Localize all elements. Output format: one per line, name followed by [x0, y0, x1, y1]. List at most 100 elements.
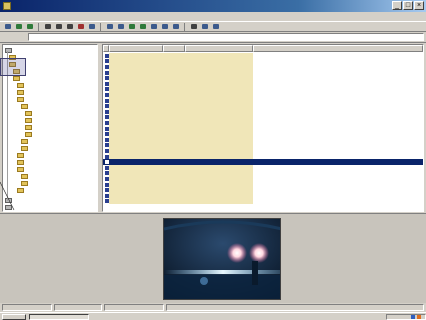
column-header-extra[interactable] [253, 45, 423, 52]
folder-icon [25, 124, 32, 130]
folder-icon [17, 82, 24, 88]
cell-extra [253, 199, 423, 205]
folder-icon [21, 145, 28, 151]
zoom-out-icon [161, 24, 168, 29]
tree-node[interactable] [21, 180, 44, 186]
file-list[interactable] [102, 44, 424, 212]
menu-item-4[interactable] [49, 14, 59, 20]
tree-node-label [26, 97, 40, 102]
image-preview[interactable] [163, 218, 281, 300]
tray-volume-icon[interactable] [417, 314, 421, 319]
tree-node[interactable] [5, 197, 28, 203]
folder-icon [21, 173, 28, 179]
menu-item-6[interactable] [79, 14, 89, 20]
forward-icon [26, 24, 33, 29]
start-button[interactable] [2, 313, 26, 320]
menu-item-7[interactable] [94, 14, 104, 20]
tree-node-label [14, 48, 28, 53]
zoom-out-button[interactable] [160, 23, 169, 31]
tree-node[interactable] [21, 145, 44, 151]
folder-icon [25, 131, 32, 137]
cell-type [185, 198, 253, 205]
tree-node[interactable] [17, 96, 40, 102]
help-button[interactable] [211, 23, 220, 31]
properties-button[interactable] [87, 23, 96, 31]
properties-icon [88, 24, 95, 29]
rotate-right-button[interactable] [138, 23, 147, 31]
preview-pane [0, 213, 426, 303]
tree-node-label [34, 111, 48, 116]
folder-icon [17, 89, 24, 95]
title-bar[interactable]: _ □ × [0, 0, 426, 12]
folder-up-button[interactable] [3, 23, 12, 31]
tree-node[interactable] [21, 173, 44, 179]
folder-icon [17, 96, 24, 102]
close-button[interactable]: × [414, 1, 424, 10]
paste-button[interactable] [65, 23, 74, 31]
rotate-left-button[interactable] [127, 23, 136, 31]
tree-node-label [26, 90, 40, 95]
view-button[interactable] [105, 23, 114, 31]
folder-icon [21, 180, 28, 186]
tree-node[interactable] [5, 204, 28, 210]
folder-icon [17, 152, 24, 158]
folder-up-icon [4, 24, 11, 29]
menu-item-5[interactable] [64, 14, 74, 20]
toolbar-separator [38, 22, 39, 31]
tree-node[interactable] [17, 82, 40, 88]
taskbar [0, 312, 426, 320]
tree-node-label [26, 153, 40, 158]
table-row[interactable] [103, 198, 423, 205]
forward-button[interactable] [25, 23, 34, 31]
menu-item-1[interactable] [4, 14, 14, 20]
menu-item-2[interactable] [19, 14, 29, 20]
tree-node[interactable] [21, 103, 44, 109]
menu-item-3[interactable] [34, 14, 44, 20]
app-window: _ □ × [0, 0, 426, 312]
callout-box [0, 58, 26, 76]
toolbar-separator [100, 22, 101, 31]
minimize-button[interactable]: _ [392, 1, 402, 10]
email-button[interactable] [200, 23, 209, 31]
fit-button[interactable] [171, 23, 180, 31]
cell-name [109, 198, 163, 205]
delete-icon [77, 24, 84, 29]
slideshow-button[interactable] [116, 23, 125, 31]
tree-node[interactable] [25, 131, 48, 137]
tree-node-label [34, 125, 48, 130]
tree-node[interactable] [25, 124, 48, 130]
tray-network-icon[interactable] [411, 314, 415, 319]
column-header-type[interactable] [185, 45, 253, 52]
tree-node-label [30, 174, 44, 179]
app-icon [3, 2, 11, 10]
column-header-size[interactable] [163, 45, 185, 52]
cut-button[interactable] [43, 23, 52, 31]
tree-node-label [26, 160, 40, 165]
tree-node[interactable] [25, 110, 48, 116]
delete-button[interactable] [76, 23, 85, 31]
print-button[interactable] [189, 23, 198, 31]
zoom-in-icon [150, 24, 157, 29]
tree-node[interactable] [5, 47, 28, 53]
tree-node-label [30, 146, 44, 151]
address-bar [0, 32, 426, 43]
maximize-button[interactable]: □ [403, 1, 413, 10]
address-input[interactable] [28, 33, 424, 41]
status-cell-2 [54, 304, 102, 311]
tree-node[interactable] [17, 152, 40, 158]
slideshow-icon [117, 24, 124, 29]
column-header-name[interactable] [109, 45, 163, 52]
back-button[interactable] [14, 23, 23, 31]
zoom-in-button[interactable] [149, 23, 158, 31]
copy-button[interactable] [54, 23, 63, 31]
tree-node[interactable] [17, 187, 40, 193]
tree-node[interactable] [25, 117, 48, 123]
tree-node[interactable] [17, 159, 40, 165]
folder-icon [25, 110, 32, 116]
tree-node[interactable] [17, 89, 40, 95]
taskbar-app-button[interactable] [29, 313, 89, 320]
tree-node[interactable] [17, 166, 40, 172]
fit-icon [172, 24, 179, 29]
tree-node[interactable] [21, 138, 44, 144]
tree-node-label [30, 181, 44, 186]
